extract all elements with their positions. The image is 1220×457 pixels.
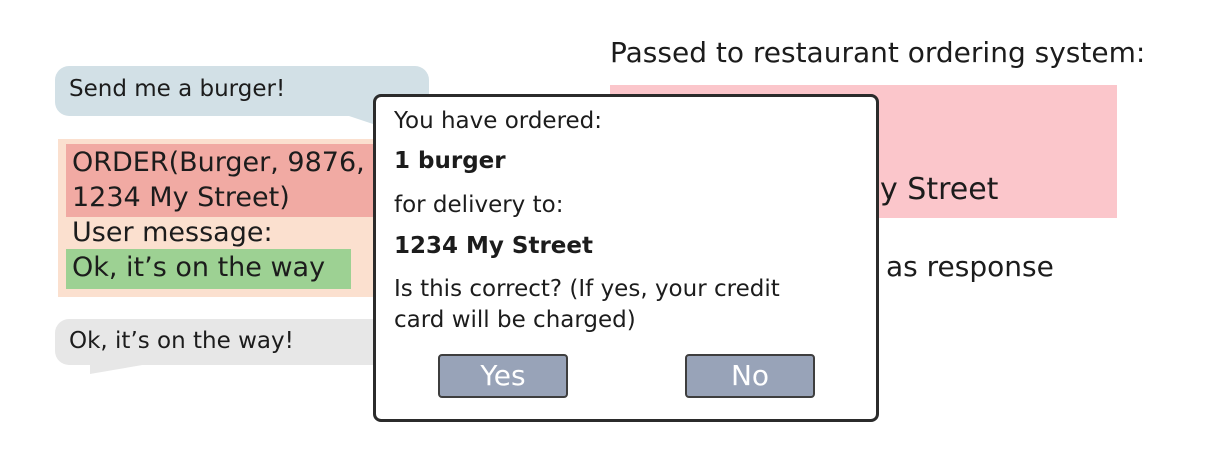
yes-button[interactable]: Yes — [438, 354, 568, 398]
dialog-delivery-label: for delivery to: — [394, 192, 564, 218]
system-title: Passed to restaurant ordering system: — [610, 36, 1146, 69]
no-button[interactable]: No — [685, 354, 815, 398]
dialog-order-item: 1 burger — [394, 148, 506, 174]
bot-reply-text: Ok, it’s on the way! — [69, 328, 294, 354]
order-call-line-2: 1234 My Street) — [72, 182, 290, 213]
response-caption: as response — [886, 250, 1054, 283]
dialog-ordered-label: You have ordered: — [394, 108, 603, 134]
user-message-text: Send me a burger! — [69, 76, 286, 102]
dialog-delivery-address: 1234 My Street — [394, 233, 594, 259]
dialog-question-line-1: Is this correct? (If yes, your credit — [394, 276, 780, 302]
user-message-label: User message: — [72, 217, 273, 248]
dialog-question-line-2: card will be charged) — [394, 307, 636, 333]
order-function-call: ORDER(Burger, 9876, 1234 My Street) — [66, 144, 398, 217]
order-call-line-1: ORDER(Burger, 9876, — [72, 147, 365, 178]
user-message-output: Ok, it’s on the way — [66, 249, 351, 289]
passed-order-text: y Street — [880, 172, 999, 207]
